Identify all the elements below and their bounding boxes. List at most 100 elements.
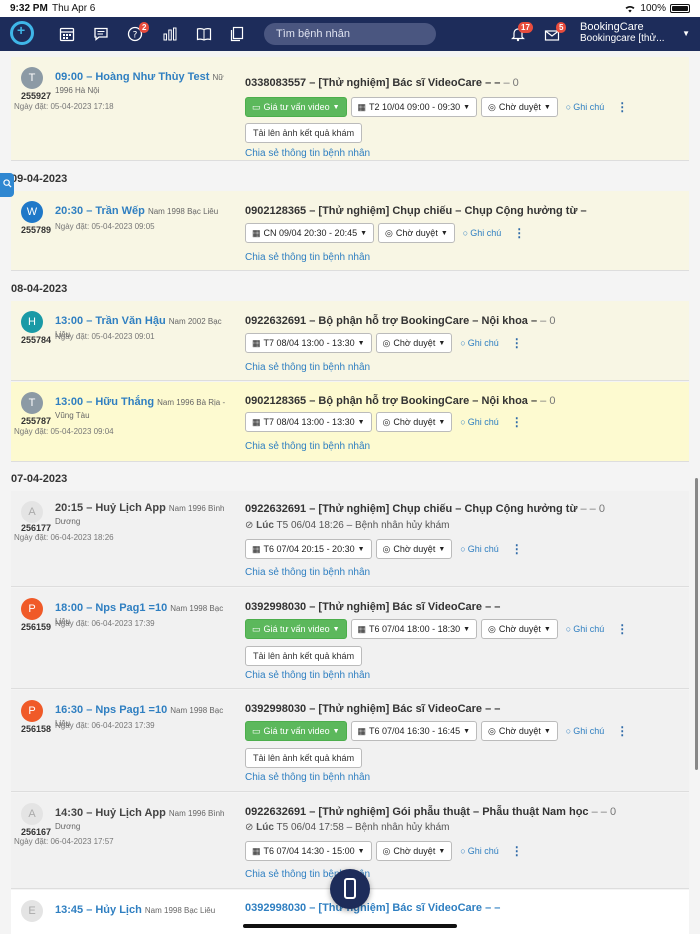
slot-select[interactable]: ▦ T7 08/04 13:00 - 13:30 ▼ [245, 412, 372, 432]
more-options-icon[interactable]: ⋮ [507, 542, 527, 556]
patient-avatar: W [21, 201, 43, 223]
more-options-icon[interactable]: ⋮ [612, 724, 632, 738]
slot-select[interactable]: ▦ CN 09/04 20:30 - 20:45 ▼ [245, 223, 375, 243]
share-patient-link[interactable]: Chia sẻ thông tin bệnh nhân [245, 362, 370, 373]
share-patient-link[interactable]: Chia sẻ thông tin bệnh nhân [245, 148, 370, 159]
patient-avatar: P [21, 598, 43, 620]
documents-icon[interactable] [229, 26, 245, 42]
note-button[interactable]: ○ Ghi chú [456, 417, 502, 427]
patient-avatar: A [21, 501, 43, 523]
calendar-icon: ▦ [252, 227, 261, 238]
mobile-app-button[interactable] [330, 869, 370, 909]
status-select[interactable]: ◎ Chờ duyệt ▼ [375, 412, 453, 432]
more-options-icon[interactable]: ⋮ [612, 622, 632, 636]
home-indicator[interactable] [243, 924, 457, 928]
mail-badge: 5 [556, 22, 567, 33]
slot-select[interactable]: ▦ T2 10/04 09:00 - 09:30 ▼ [350, 97, 478, 117]
patient-search-input[interactable]: Tìm bệnh nhân [264, 23, 436, 45]
user-menu[interactable]: BookingCare Bookingcare [thử... [580, 21, 665, 45]
service-line: 0392998030 – [Thử nghiệm] Bác sĩ VideoCa… [245, 703, 501, 715]
comment-icon: ○ [460, 417, 466, 427]
patient-name[interactable]: 14:30 – Huỷ Lịch App Nam 1996 Bình Dương [55, 807, 235, 833]
patient-name[interactable]: 20:15 – Huỷ Lịch App Nam 1996 Bình Dương [55, 502, 235, 528]
patient-name[interactable]: 13:00 – Hữu Thắng Nam 1996 Bà Rịa - Vũng… [55, 396, 235, 422]
date-header: 09-04-2023 [11, 173, 68, 185]
check-circle-icon: ◎ [382, 845, 391, 856]
scrollbar[interactable] [695, 478, 698, 770]
status-select[interactable]: ◎ Chờ duyệt ▼ [375, 841, 453, 861]
service-line: 0392998030 – [Thử nghiệm] Bác sĩ VideoCa… [245, 902, 501, 914]
status-select[interactable]: ◎ Chờ duyệt ▼ [378, 223, 455, 243]
service-line: 0902128365 – Bộ phận hỗ trợ BookingCare … [245, 395, 556, 407]
patient-name[interactable]: 13:45 – Hủy Lịch Nam 1998 Bạc Liêu [55, 904, 235, 917]
note-button[interactable]: ○ Ghi chú [562, 624, 608, 634]
patient-name[interactable]: 13:00 – Trần Văn Hậu Nam 2002 Bạc Liêu [55, 315, 235, 341]
patient-avatar: A [21, 803, 43, 825]
status-select[interactable]: ◎ Chờ duyệt ▼ [375, 539, 453, 559]
slot-select[interactable]: ▦ T6 07/04 14:30 - 15:00 ▼ [245, 841, 372, 861]
service-line: 0902128365 – [Thử nghiệm] Chụp chiếu – C… [245, 205, 587, 217]
patient-name[interactable]: 18:00 – Nps Pag1 =10 Nam 1998 Bạc Liêu [55, 602, 235, 628]
note-button[interactable]: ○ Ghi chú [456, 338, 502, 348]
comment-icon: ○ [565, 102, 572, 112]
calendar-icon: ▦ [252, 845, 261, 856]
svg-text:?: ? [133, 31, 138, 41]
book-icon[interactable] [196, 26, 212, 42]
share-patient-link[interactable]: Chia sẻ thông tin bệnh nhân [245, 670, 370, 681]
slot-select[interactable]: ▦ T6 07/04 16:30 - 16:45 ▼ [350, 721, 478, 741]
user-menu-caret-icon[interactable]: ▼ [682, 29, 690, 38]
patient-avatar: P [21, 700, 43, 722]
status-select[interactable]: ◎ Chờ duyệt ▼ [375, 333, 453, 353]
upload-result-button[interactable]: Tải lên ảnh kết quả khám [245, 748, 363, 768]
share-patient-link[interactable]: Chia sẻ thông tin bệnh nhân [245, 772, 370, 783]
user-org: Bookingcare [thử... [580, 33, 665, 44]
slot-select[interactable]: ▦ T6 07/04 18:00 - 18:30 ▼ [350, 619, 478, 639]
calendar-icon: ▦ [252, 543, 261, 554]
chat-icon[interactable] [93, 26, 109, 42]
check-circle-icon: ◎ [488, 623, 496, 634]
booked-date: Ngày đặt: 05-04-2023 17:18 [14, 102, 114, 111]
share-patient-link[interactable]: Chia sẻ thông tin bệnh nhân [245, 441, 370, 452]
note-button[interactable]: ○ Ghi chú [562, 102, 608, 112]
note-button[interactable]: ○ Ghi chú [562, 726, 608, 736]
stats-icon[interactable] [162, 26, 178, 42]
calendar-icon: ▦ [357, 101, 367, 112]
more-options-icon[interactable]: ⋮ [507, 844, 527, 858]
slot-select[interactable]: ▦ T7 08/04 13:00 - 13:30 ▼ [245, 333, 372, 353]
video-consult-button[interactable]: ▭ Giá tư vấn video ▼ [245, 97, 347, 117]
video-consult-button[interactable]: ▭ Giá tư vấn video ▼ [245, 619, 347, 639]
slot-select[interactable]: ▦ T6 07/04 20:15 - 20:30 ▼ [245, 539, 372, 559]
battery-percent: 100% [640, 3, 666, 14]
more-options-icon[interactable]: ⋮ [507, 336, 527, 350]
upload-result-button[interactable]: Tải lên ảnh kết quả khám [245, 646, 363, 666]
status-select[interactable]: ◎ Chờ duyệt ▼ [481, 97, 558, 117]
patient-name[interactable]: 20:30 – Trần Wếp Nam 1998 Bạc Liêu [55, 205, 235, 218]
status-date: Thu Apr 6 [52, 3, 96, 14]
patient-name[interactable]: 09:00 – Hoàng Như Thùy Test Nữ 1996 Hà N… [55, 71, 235, 97]
bookingcare-logo-icon[interactable] [10, 21, 34, 45]
patient-name[interactable]: 16:30 – Nps Pag1 =10 Nam 1998 Bạc Liêu [55, 704, 235, 730]
status-select[interactable]: ◎ Chờ duyệt ▼ [481, 619, 558, 639]
video-icon: ▭ [252, 101, 261, 112]
patient-id: 255784 [21, 335, 52, 345]
share-patient-link[interactable]: Chia sẻ thông tin bệnh nhân [245, 567, 370, 578]
more-options-icon[interactable]: ⋮ [612, 100, 632, 114]
status-select[interactable]: ◎ Chờ duyệt ▼ [481, 721, 558, 741]
note-button[interactable]: ○ Ghi chú [456, 846, 502, 856]
comment-icon: ○ [565, 726, 572, 736]
more-options-icon[interactable]: ⋮ [509, 226, 529, 240]
check-circle-icon: ◎ [488, 725, 496, 736]
service-line: 0922632691 – Bộ phận hỗ trợ BookingCare … [245, 315, 556, 327]
calendar-icon[interactable] [59, 26, 75, 42]
booking-card: P 256158 Ngày đặt: 06-04-2023 17:39 16:3… [11, 690, 689, 792]
more-options-icon[interactable]: ⋮ [507, 415, 527, 429]
patient-avatar: E [21, 900, 43, 922]
note-button[interactable]: ○ Ghi chú [459, 228, 505, 238]
upload-result-button[interactable]: Tải lên ảnh kết quả khám [245, 123, 363, 143]
comment-icon: ○ [565, 624, 572, 634]
side-search-tab[interactable] [0, 173, 14, 197]
video-consult-button[interactable]: ▭ Giá tư vấn video ▼ [245, 721, 347, 741]
share-patient-link[interactable]: Chia sẻ thông tin bệnh nhân [245, 252, 370, 263]
check-circle-icon: ◎ [382, 337, 391, 348]
note-button[interactable]: ○ Ghi chú [456, 544, 502, 554]
